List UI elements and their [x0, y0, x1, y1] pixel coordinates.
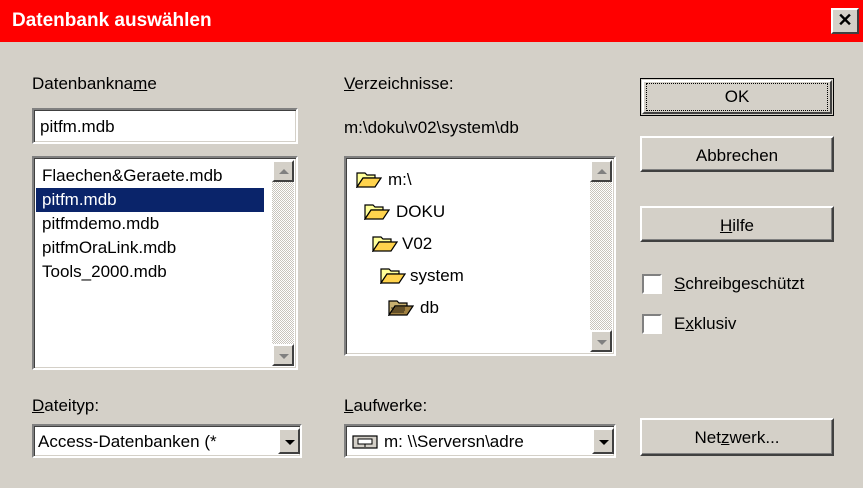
help-button-label: Hilfe — [719, 216, 754, 235]
file-list-item[interactable]: Flaechen&Geraete.mdb — [36, 164, 223, 188]
cancel-button[interactable]: Abbrechen — [640, 136, 834, 172]
dir-item[interactable]: system — [380, 264, 570, 288]
dir-item[interactable]: DOKU — [364, 200, 574, 224]
dir-item-label: db — [420, 298, 439, 317]
dir-item-label: m:\ — [388, 170, 412, 189]
file-list-item[interactable]: Tools_2000.mdb — [36, 260, 167, 284]
scroll-down-button[interactable] — [590, 330, 612, 352]
drives-select[interactable]: m: \\Serversn\adre — [344, 424, 616, 458]
network-button[interactable]: Netzwerk... — [640, 418, 834, 456]
arrow-up-icon — [597, 169, 607, 174]
scroll-up-button[interactable] — [272, 160, 294, 182]
open-folder-dark-icon — [388, 300, 414, 316]
chevron-down-icon — [599, 440, 609, 445]
open-folder-icon — [364, 204, 390, 220]
open-folder-icon — [380, 268, 406, 284]
window-title: Datenbank auswählen — [12, 10, 212, 31]
dir-item[interactable]: V02 — [372, 232, 572, 256]
file-list[interactable]: Flaechen&Geraete.mdb pitfm.mdb pitfmdemo… — [32, 156, 298, 370]
dir-item-label: DOKU — [396, 202, 446, 221]
directory-scrollbar[interactable] — [590, 160, 612, 352]
open-folder-icon — [356, 172, 382, 188]
dbname-input[interactable]: pitfm.mdb — [32, 108, 298, 144]
dirs-label: Verzeichnisse: — [344, 74, 454, 93]
ok-button-label: OK — [724, 87, 750, 106]
dir-item[interactable]: m:\ — [356, 168, 576, 192]
cancel-button-label: Abbrechen — [695, 146, 779, 165]
arrow-down-icon — [597, 340, 607, 345]
dbname-label: Datenbankname — [32, 74, 157, 93]
filetype-dropdown-button[interactable] — [278, 428, 300, 454]
drives-dropdown-button[interactable] — [592, 428, 614, 454]
drives-label: Laufwerke: — [344, 396, 428, 415]
filetype-value: Access-Datenbanken (* — [38, 432, 217, 451]
readonly-checkbox[interactable] — [642, 274, 662, 294]
directory-tree[interactable]: m:\ DOKU V02 system db — [344, 156, 616, 356]
help-button[interactable]: Hilfe — [640, 206, 834, 242]
arrow-up-icon — [279, 169, 289, 174]
scroll-up-button[interactable] — [590, 160, 612, 182]
filetype-label: Dateityp: — [32, 396, 100, 415]
drives-value: m: \\Serversn\adre — [384, 432, 524, 451]
open-folder-icon — [372, 236, 398, 252]
ok-button[interactable]: OK — [640, 78, 834, 116]
close-button[interactable]: ✕ — [831, 8, 859, 34]
file-list-item[interactable]: pitfmdemo.mdb — [36, 212, 159, 236]
dbname-input-value: pitfm.mdb — [40, 117, 115, 136]
file-list-item[interactable]: pitfmOraLink.mdb — [36, 236, 176, 260]
dir-item-label: V02 — [402, 234, 433, 253]
filetype-select[interactable]: Access-Datenbanken (* — [32, 424, 302, 458]
exclusive-checkbox[interactable] — [642, 314, 662, 334]
dir-item-label: system — [410, 266, 464, 285]
dir-item-selected[interactable]: db — [388, 296, 568, 320]
file-list-scrollbar[interactable] — [272, 160, 294, 366]
title-bar: Datenbank auswählen ✕ — [0, 0, 863, 42]
arrow-down-icon — [279, 354, 289, 359]
chevron-down-icon — [285, 440, 295, 445]
network-drive-icon — [352, 435, 378, 449]
scroll-down-button[interactable] — [272, 344, 294, 366]
exclusive-label[interactable]: Exklusiv — [674, 314, 736, 334]
network-button-label: Netzwerk... — [694, 428, 780, 447]
current-path: m:\doku\v02\system\db — [344, 118, 519, 137]
readonly-label[interactable]: Schreibgeschützt — [674, 274, 804, 294]
file-list-item-selected[interactable]: pitfm.mdb — [36, 188, 264, 212]
